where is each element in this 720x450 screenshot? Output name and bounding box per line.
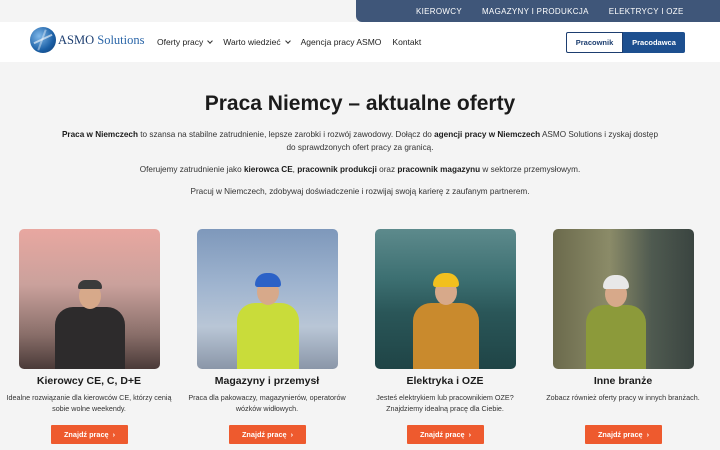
find-job-button[interactable]: Znajdź pracę › — [229, 425, 306, 444]
card-image-other — [553, 229, 694, 369]
worker-button[interactable]: Pracownik — [566, 32, 623, 53]
nav-item-kontakt[interactable]: Kontakt — [392, 37, 421, 47]
card-image-driver — [19, 229, 160, 369]
intro-strong-link[interactable]: agencji pracy w Niemczech — [434, 130, 540, 139]
main-header: ASMO Solutions Oferty pracy Warto wiedzi… — [0, 22, 720, 62]
chevron-right-icon: › — [646, 430, 650, 439]
button-label: Znajdź pracę — [241, 430, 287, 439]
helmet-icon — [603, 275, 630, 289]
person-body — [54, 307, 125, 369]
logo-suffix: Solutions — [97, 32, 145, 47]
nav-item-warto-wiedziec[interactable]: Warto wiedzieć — [223, 37, 291, 47]
button-label: Znajdź pracę — [597, 430, 643, 439]
intro-strong: Praca w Niemczech — [61, 130, 138, 139]
chevron-right-icon: › — [112, 430, 116, 439]
nav-item-oferty[interactable]: Oferty pracy — [157, 37, 214, 47]
offer-text: w sektorze przemysłowym. — [480, 165, 581, 174]
offer-strong-produkcja[interactable]: pracownik produkcji — [297, 165, 377, 174]
logo-text: ASMO Solutions — [58, 33, 145, 48]
top-category-bar: KIEROWCY MAGAZYNY I PRODUKCJA ELEKTRYCY … — [356, 0, 720, 22]
button-label: Znajdź pracę — [419, 430, 465, 439]
card-title: Magazyny i przemysł — [214, 375, 320, 387]
card-image-electrician — [375, 229, 516, 369]
find-job-button[interactable]: Znajdź pracę › — [407, 425, 484, 444]
intro-paragraph: Praca w Niemczech to szansa na stabilne … — [60, 128, 660, 154]
nav-label: Kontakt — [392, 37, 422, 47]
offer-strong-kierowca[interactable]: kierowca CE — [244, 165, 293, 174]
page-title: Praca Niemcy – aktualne oferty — [204, 92, 516, 115]
chevron-right-icon: › — [468, 430, 472, 439]
card-desc: Jesteś elektrykiem lub pracownikiem OZE?… — [376, 393, 514, 413]
button-label: Znajdź pracę — [63, 430, 109, 439]
career-paragraph: Pracuj w Niemczech, zdobywaj doświadczen… — [190, 187, 530, 196]
chevron-right-icon: › — [290, 430, 294, 439]
card-elektryka: Elektryka i OZE Jesteś elektrykiem lub p… — [375, 229, 516, 444]
person-body — [412, 303, 479, 369]
card-image-warehouse — [197, 229, 338, 369]
nav-label: Oferty pracy — [157, 37, 204, 47]
nav-item-agencja[interactable]: Agencja pracy ASMO — [301, 37, 382, 47]
card-magazyny: Magazyny i przemysł Praca dla pakowaczy,… — [188, 229, 346, 444]
card-desc: Praca dla pakowaczy, magazynierów, opera… — [188, 393, 346, 413]
logo[interactable]: ASMO Solutions — [30, 27, 145, 53]
main-nav: Oferty pracy Warto wiedzieć Agencja prac… — [157, 37, 421, 47]
card-inne: Inne branże Zobacz również oferty pracy … — [546, 229, 700, 444]
card-desc: Idealne rozwiązanie dla kierowców CE, kt… — [6, 393, 172, 413]
card-kierowcy: Kierowcy CE, C, D+E Idealne rozwiązanie … — [7, 229, 172, 444]
nav-label: Agencja pracy ASMO — [300, 37, 382, 47]
card-title: Kierowcy CE, C, D+E — [36, 375, 142, 387]
helmet-icon — [432, 273, 459, 287]
cap-icon — [77, 280, 102, 289]
card-title: Inne branże — [593, 375, 653, 387]
find-job-button[interactable]: Znajdź pracę › — [585, 425, 662, 444]
card-title: Elektryka i OZE — [406, 375, 484, 387]
employer-button[interactable]: Pracodawca — [623, 32, 685, 53]
globe-logo-icon — [30, 27, 56, 53]
nav-label: Warto wiedzieć — [223, 37, 281, 47]
intro-text: to szansa na stabilne zatrudnienie, leps… — [137, 130, 435, 139]
offer-text: Oferujemy zatrudnienie jako — [139, 165, 244, 174]
chevron-down-icon — [207, 38, 214, 44]
card-desc: Zobacz również oferty pracy w innych bra… — [546, 393, 700, 402]
topbar-link-kierowcy[interactable]: KIEROWCY — [416, 7, 462, 16]
role-toggle: Pracownik Pracodawca — [566, 32, 685, 53]
find-job-button[interactable]: Znajdź pracę › — [51, 425, 128, 444]
helmet-icon — [254, 273, 281, 287]
offer-text: oraz — [376, 165, 398, 174]
offer-paragraph: Oferujemy zatrudnienie jako kierowca CE,… — [60, 163, 660, 176]
topbar-link-elektrycy[interactable]: ELEKTRYCY I OZE — [609, 7, 684, 16]
person-body — [586, 305, 647, 369]
person-body — [236, 303, 299, 369]
offer-strong-magazyn[interactable]: pracownik magazynu — [397, 165, 480, 174]
topbar-link-magazyny[interactable]: MAGAZYNY I PRODUKCJA — [482, 7, 589, 16]
chevron-down-icon — [284, 38, 291, 44]
logo-brand: ASMO — [58, 32, 95, 47]
